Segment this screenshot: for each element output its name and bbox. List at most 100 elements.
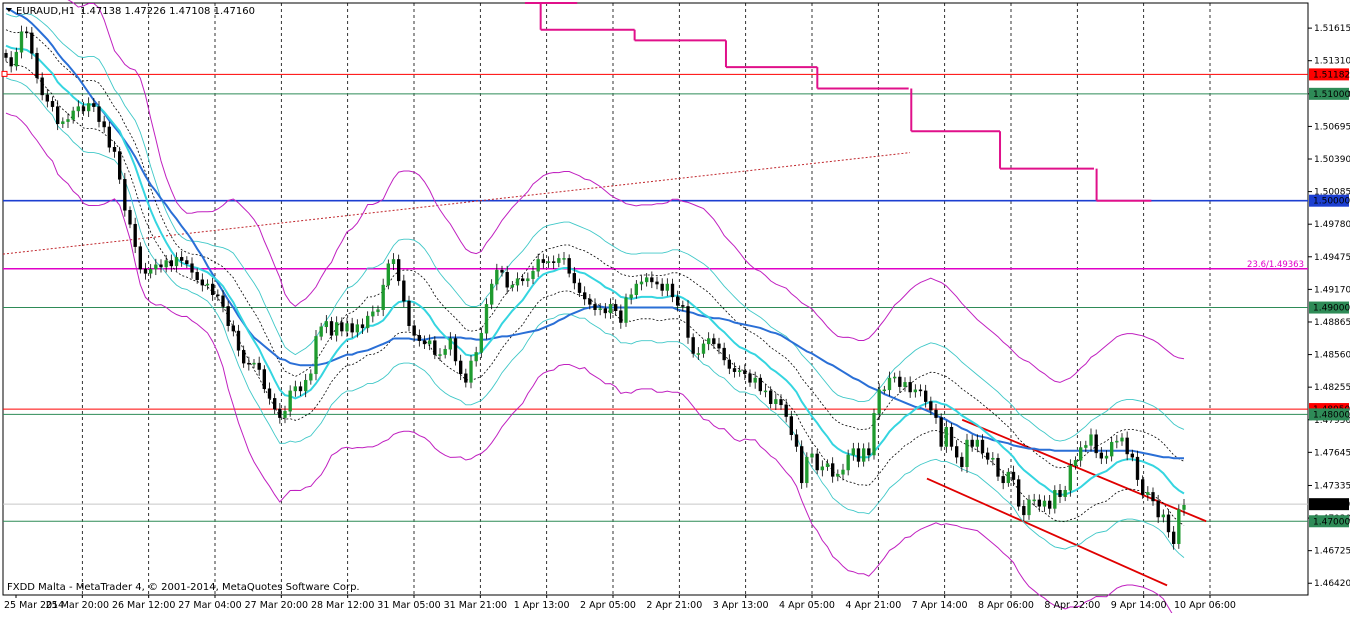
candle-body (298, 386, 303, 392)
candle-body (949, 426, 954, 447)
candle-body (30, 32, 34, 54)
candle-body (433, 340, 437, 355)
candle-body (557, 258, 561, 263)
candle-body (639, 281, 644, 285)
candle-body (329, 321, 334, 336)
candle-body (799, 446, 804, 484)
candle-body (665, 283, 670, 291)
x-tick-label: 9 Apr 14:00 (1111, 600, 1167, 611)
candle-body (340, 322, 344, 332)
candle-body (815, 453, 819, 471)
candle-body (655, 281, 659, 285)
candle-body (779, 399, 783, 406)
candle-body (825, 463, 830, 468)
candle-body (257, 362, 261, 370)
candle-body (908, 382, 912, 393)
candle-body (758, 377, 763, 392)
candle-body (9, 57, 13, 67)
candle-body (996, 457, 1000, 477)
candle-body (696, 353, 701, 355)
y-tick-label: 1.50695 (1314, 122, 1350, 132)
candle-body (1058, 490, 1062, 497)
candle-body (386, 263, 391, 286)
candle-body (474, 352, 478, 362)
candle-body (526, 278, 530, 282)
candle-body (195, 272, 199, 281)
candle-body (138, 246, 143, 270)
candle-body (495, 269, 499, 285)
candle-body (934, 409, 938, 418)
candle-body (732, 368, 737, 372)
candle-body (417, 335, 422, 341)
candle-body (179, 257, 184, 261)
candle-body (76, 106, 81, 112)
candle-body (345, 323, 349, 332)
candle-body (174, 257, 179, 267)
candle-body (660, 283, 664, 291)
candle-body (954, 446, 959, 458)
candle-body (148, 268, 153, 274)
candle-body (593, 304, 597, 310)
candle-body (613, 304, 618, 312)
candle-body (71, 110, 75, 120)
candle-body (541, 259, 546, 263)
candle-body (898, 376, 902, 387)
candle-body (464, 373, 468, 383)
candle-body (154, 264, 158, 270)
candle-body (536, 259, 540, 272)
candle-body (123, 179, 127, 211)
y-tick-label: 1.49780 (1314, 220, 1350, 230)
candle-body (1068, 465, 1073, 491)
candle-body (396, 259, 401, 282)
candle-body (128, 210, 132, 225)
y-tick-label: 1.46725 (1314, 547, 1350, 557)
candle-body (247, 362, 251, 365)
candle-body (598, 308, 602, 310)
candle-body (846, 454, 850, 471)
y-tick-label: 1.47335 (1314, 481, 1350, 491)
candle-body (159, 264, 163, 268)
candle-body (520, 278, 525, 282)
candle-body (190, 263, 194, 273)
candle-body (629, 294, 633, 299)
candle-body (830, 463, 835, 477)
y-tick-label: 1.51310 (1314, 57, 1350, 67)
candle-body (469, 360, 473, 383)
chart-symbol-title: EURAUD,H1 (16, 6, 75, 17)
y-tick-label: 1.48255 (1314, 383, 1350, 393)
candle-body (887, 377, 892, 391)
candle-body (505, 272, 509, 288)
candle-body (877, 389, 881, 414)
candle-body (1032, 499, 1036, 502)
candle-body (861, 448, 866, 462)
candle-body (810, 453, 814, 458)
candle-body (794, 434, 799, 447)
candle-body (479, 332, 484, 353)
candle-body (944, 426, 949, 447)
candle-body (355, 324, 360, 333)
x-tick-label: 31 Mar 05:00 (377, 600, 440, 611)
candle-body (117, 151, 122, 180)
candle-body (252, 362, 256, 365)
candle-body (293, 386, 298, 392)
candle-body (288, 390, 292, 412)
candle-body (334, 322, 339, 336)
candle-body (143, 268, 148, 274)
candle-body (1094, 434, 1098, 454)
candle-body (210, 283, 215, 295)
candle-body (551, 261, 556, 263)
candle-body (107, 126, 112, 148)
candle-body (1156, 500, 1160, 518)
candle-body (960, 456, 964, 468)
candle-body (412, 325, 416, 336)
price-label-text: 1.49000 (1313, 304, 1350, 314)
candle-body (262, 369, 267, 390)
candle-body (1182, 504, 1186, 510)
candle-body (92, 103, 96, 107)
candle-body (1135, 456, 1140, 480)
candle-body (381, 284, 385, 310)
candle-body (763, 390, 768, 393)
candle-body (1161, 514, 1166, 518)
candle-body (1027, 499, 1031, 516)
chart-ohlc-values: 1.47138 1.47226 1.47108 1.47160 (80, 6, 255, 17)
